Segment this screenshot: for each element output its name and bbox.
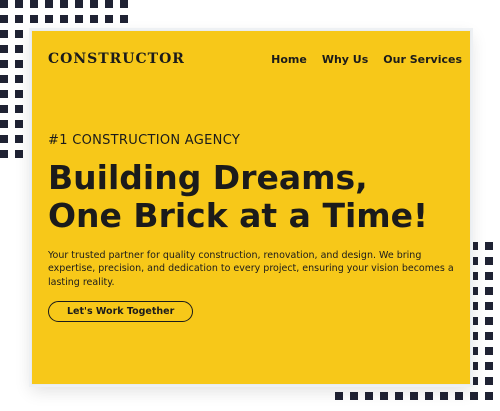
- decorative-dot: [0, 30, 8, 38]
- decorative-dot: [470, 242, 478, 250]
- decorative-dot: [0, 90, 8, 98]
- decorative-dot: [75, 15, 83, 23]
- decorative-dot: [485, 332, 493, 340]
- decorative-dot: [15, 90, 23, 98]
- decorative-dot: [15, 135, 23, 143]
- decorative-dot: [15, 60, 23, 68]
- main-nav: Home Why Us Our Services: [271, 53, 462, 66]
- decorative-dot: [0, 60, 8, 68]
- decorative-dot: [470, 317, 478, 325]
- decorative-dot: [470, 347, 478, 355]
- decorative-dot: [470, 257, 478, 265]
- decorative-dot: [15, 105, 23, 113]
- decorative-dot: [485, 302, 493, 310]
- decorative-dot: [470, 332, 478, 340]
- decorative-dot: [15, 15, 23, 23]
- decorative-dot: [90, 0, 98, 8]
- decorative-dot: [470, 362, 478, 370]
- decorative-dot: [0, 105, 8, 113]
- decorative-dot: [470, 287, 478, 295]
- hero-headline-line-1: Building Dreams,: [48, 158, 368, 197]
- decorative-dot: [470, 272, 478, 280]
- hero-headline: Building Dreams, One Brick at a Time!: [48, 159, 458, 235]
- lets-work-together-button[interactable]: Let's Work Together: [48, 301, 194, 322]
- decorative-dot: [30, 15, 38, 23]
- decorative-dot: [45, 0, 53, 8]
- decorative-dot: [105, 15, 113, 23]
- decorative-dot: [0, 75, 8, 83]
- decorative-dot: [395, 392, 403, 400]
- decorative-dot: [455, 392, 463, 400]
- decorative-dot: [350, 392, 358, 400]
- decorative-dot: [485, 257, 493, 265]
- decorative-dot: [440, 392, 448, 400]
- decorative-dot: [485, 377, 493, 385]
- decorative-dot: [485, 272, 493, 280]
- brand-logo[interactable]: CONSTRUCTOR: [48, 51, 185, 67]
- decorative-dot: [410, 392, 418, 400]
- nav-item-home[interactable]: Home: [271, 53, 307, 66]
- decorative-dot: [15, 0, 23, 8]
- decorative-dot: [60, 15, 68, 23]
- nav-item-our-services[interactable]: Our Services: [383, 53, 462, 66]
- decorative-dot: [0, 45, 8, 53]
- decorative-dot: [0, 120, 8, 128]
- hero-eyebrow: #1 CONSTRUCTION AGENCY: [48, 133, 241, 148]
- decorative-dot: [0, 15, 8, 23]
- decorative-dot: [15, 75, 23, 83]
- decorative-dot: [120, 15, 128, 23]
- hero-headline-line-2: One Brick at a Time!: [48, 195, 429, 235]
- decorative-dot: [90, 15, 98, 23]
- decorative-dot: [485, 287, 493, 295]
- decorative-dot: [485, 317, 493, 325]
- decorative-dot: [45, 15, 53, 23]
- decorative-dot: [105, 0, 113, 8]
- decorative-dot: [75, 0, 83, 8]
- decorative-dot: [15, 45, 23, 53]
- decorative-dot: [30, 0, 38, 8]
- decorative-dot: [380, 392, 388, 400]
- decorative-dot: [485, 347, 493, 355]
- decorative-dot: [470, 302, 478, 310]
- decorative-dot: [485, 242, 493, 250]
- decorative-dot: [0, 135, 8, 143]
- decorative-dot: [15, 30, 23, 38]
- decorative-dot: [335, 392, 343, 400]
- decorative-dot: [485, 362, 493, 370]
- hero-panel: CONSTRUCTOR Home Why Us Our Services #1 …: [31, 30, 471, 385]
- nav-item-why-us[interactable]: Why Us: [322, 53, 368, 66]
- hero-description: Your trusted partner for quality constru…: [48, 250, 454, 288]
- decorative-dot: [0, 0, 8, 8]
- decorative-dot: [15, 120, 23, 128]
- decorative-dot: [60, 0, 68, 8]
- decorative-dot: [470, 392, 478, 400]
- decorative-dot: [485, 392, 493, 400]
- decorative-dot: [425, 392, 433, 400]
- decorative-dot: [120, 0, 128, 8]
- decorative-dot: [0, 150, 8, 158]
- decorative-dot: [470, 377, 478, 385]
- decorative-dot: [365, 392, 373, 400]
- decorative-dot: [15, 150, 23, 158]
